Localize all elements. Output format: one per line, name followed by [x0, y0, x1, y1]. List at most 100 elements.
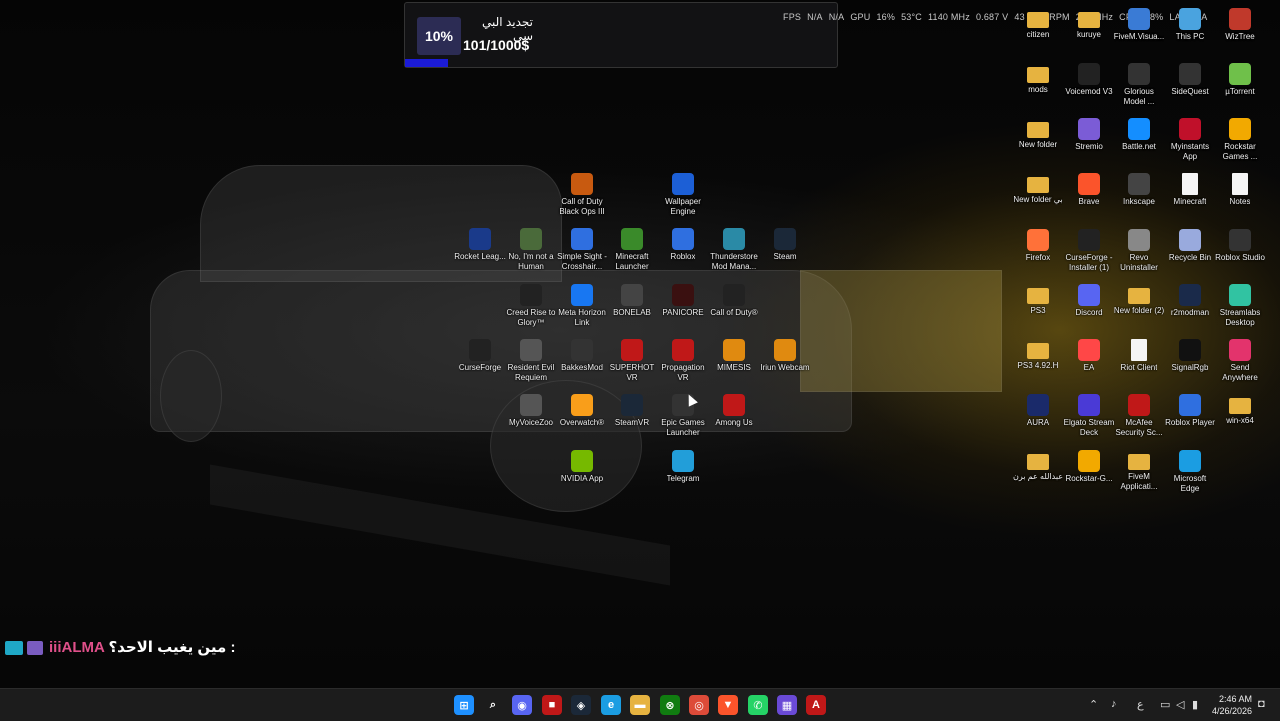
steam-icon[interactable]: ◈ [571, 695, 591, 715]
app-icon [1128, 173, 1150, 195]
desktop-icon[interactable]: Glorious Model ... [1113, 63, 1165, 107]
search-icon[interactable]: ⌕ [483, 695, 503, 715]
xbox-icon[interactable]: ⊗ [660, 695, 680, 715]
desktop-icon[interactable]: Meta Horizon Link [556, 284, 608, 328]
desktop-icon[interactable]: Rockstar Games ... [1214, 118, 1266, 162]
desktop-icon[interactable]: Creed Rise to Glory™ [505, 284, 557, 328]
desktop-icon[interactable]: kuruye [1063, 8, 1115, 40]
desktop-icon[interactable]: Resident Evil Requiem [505, 339, 557, 383]
desktop-icon[interactable]: Minecraft [1164, 173, 1216, 207]
edge-icon[interactable]: e [601, 695, 621, 715]
desktop-icon[interactable]: r2modman [1164, 284, 1216, 318]
desktop-icon[interactable]: Propagation VR [657, 339, 709, 383]
desktop-icon[interactable]: Inkscape [1113, 173, 1165, 207]
desktop-icon[interactable]: Rocket Leag... [454, 228, 506, 262]
desktop-icon[interactable]: BakkesMod [556, 339, 608, 373]
desktop-icon-label: This PC [1175, 32, 1205, 41]
desktop-icon[interactable]: MIMESIS [708, 339, 760, 373]
desktop-icon[interactable]: Overwatch® [556, 394, 608, 428]
desktop-icon[interactable]: AURA [1012, 394, 1064, 428]
desktop-icon[interactable]: Elgato Stream Deck [1063, 394, 1115, 438]
desktop-icon[interactable]: Roblox Player [1164, 394, 1216, 428]
app-icon [1078, 394, 1100, 416]
desktop-icon[interactable]: Call of Duty® [708, 284, 760, 318]
desktop-icon[interactable]: Call of Duty Black Ops III [556, 173, 608, 217]
desktop-icon[interactable]: SideQuest [1164, 63, 1216, 97]
desktop-icon[interactable]: New folder [1012, 118, 1064, 150]
desktop-icon[interactable]: Myinstants App [1164, 118, 1216, 162]
notification-bell-icon[interactable]: ◘ [1258, 698, 1265, 710]
desktop-icon-label: NVIDIA App [560, 474, 604, 483]
desktop-icon[interactable]: No, I'm not a Human [505, 228, 557, 272]
desktop-icon[interactable]: FiveM.Visua... [1113, 8, 1165, 42]
volume-icon[interactable]: ◁ [1176, 698, 1184, 711]
desktop-icon[interactable]: PS3 4.92.H [1012, 339, 1064, 371]
desktop-icon[interactable]: This PC [1164, 8, 1216, 42]
network-icon[interactable]: ▭ [1160, 698, 1170, 711]
desktop-icon[interactable]: Telegram [657, 450, 709, 484]
desktop-icon[interactable]: NVIDIA App [556, 450, 608, 484]
desktop-icon[interactable]: SteamVR [606, 394, 658, 428]
desktop-icon[interactable]: Firefox [1012, 229, 1064, 263]
desktop-icon[interactable]: Brave [1063, 173, 1115, 207]
desktop-icon[interactable]: mods [1012, 63, 1064, 95]
desktop-icon[interactable]: citizen [1012, 8, 1064, 40]
desktop-icon[interactable]: PANICORE [657, 284, 709, 318]
desktop-icon[interactable]: Rockstar-G... [1063, 450, 1115, 484]
desktop-icon[interactable]: Roblox [657, 228, 709, 262]
chrome-icon[interactable]: ◎ [689, 695, 709, 715]
desktop-icon[interactable]: New folder (2) [1113, 284, 1165, 316]
windows-start-icon[interactable]: ⊞ [454, 695, 474, 715]
brave-icon[interactable]: ▼ [718, 695, 738, 715]
desktop-icon[interactable]: BONELAB [606, 284, 658, 318]
desktop-icon[interactable]: Riot Client [1113, 339, 1165, 373]
desktop-icon[interactable]: Revo Uninstaller [1113, 229, 1165, 273]
file-explorer-icon[interactable]: ▬ [630, 695, 650, 715]
desktop-icon[interactable]: Minecraft Launcher [606, 228, 658, 272]
desktop-icon[interactable]: WizTree [1214, 8, 1266, 42]
desktop-icon[interactable]: Battle.net [1113, 118, 1165, 152]
desktop-icon[interactable]: Streamlabs Desktop [1214, 284, 1266, 328]
desktop-icon[interactable]: PS3 [1012, 284, 1064, 316]
taskbar-clock[interactable]: 2:46 AM 4/26/2026 [1212, 693, 1252, 717]
desktop-icon[interactable]: McAfee Security Sc... [1113, 394, 1165, 438]
desktop-icon[interactable]: FiveM Applicati... [1113, 450, 1165, 492]
desktop-icon[interactable]: Discord [1063, 284, 1115, 318]
desktop-icon[interactable]: Iriun Webcam [759, 339, 811, 373]
desktop-icon[interactable]: MyVoiceZoo [505, 394, 557, 428]
discord-icon [1078, 284, 1100, 306]
desktop-icon[interactable]: Thunderstore Mod Mana... [708, 228, 760, 272]
discord-icon[interactable]: ◉ [512, 695, 532, 715]
desktop-icon[interactable]: Send Anywhere [1214, 339, 1266, 383]
desktop-icon[interactable]: Simple Sight - Crosshair... [556, 228, 608, 272]
doc-icon [1232, 173, 1248, 195]
battery-icon[interactable]: ▮ [1192, 698, 1198, 711]
microphone-icon[interactable]: ♪ [1111, 698, 1117, 710]
desktop-icon[interactable]: SUPERHOT VR [606, 339, 658, 383]
desktop-icon[interactable]: CurseForge - Installer (1) [1063, 229, 1115, 273]
app-grid-icon[interactable]: ▦ [777, 695, 797, 715]
desktop-icon[interactable]: Among Us [708, 394, 760, 428]
desktop-icon[interactable]: SignalRgb [1164, 339, 1216, 373]
desktop-icon[interactable]: Steam [759, 228, 811, 262]
input-language[interactable]: ع [1137, 698, 1144, 711]
chevron-up-icon[interactable]: ⌃ [1089, 698, 1098, 711]
desktop-icon[interactable]: New folder بي [1012, 173, 1064, 205]
desktop-icon[interactable]: µTorrent [1214, 63, 1266, 97]
desktop-icon[interactable]: Stremio [1063, 118, 1115, 152]
desktop-icon[interactable]: Recycle Bin [1164, 229, 1216, 263]
desktop-icon[interactable]: Notes [1214, 173, 1266, 207]
desktop-icon[interactable]: EA [1063, 339, 1115, 373]
app-icon[interactable]: ■ [542, 695, 562, 715]
desktop-icon[interactable]: CurseForge [454, 339, 506, 373]
desktop-icon[interactable]: عبدالله عم برن [1012, 450, 1064, 482]
desktop-icon[interactable]: Epic Games Launcher [657, 394, 709, 438]
desktop-icon[interactable]: Roblox Studio [1214, 229, 1266, 263]
desktop-icon[interactable]: Voicemod V3 [1063, 63, 1115, 97]
desktop-icon-label: SUPERHOT VR [609, 363, 655, 382]
adobe-icon[interactable]: A [806, 695, 826, 715]
desktop-icon[interactable]: win-x64 [1214, 394, 1266, 426]
desktop-icon[interactable]: Wallpaper Engine [657, 173, 709, 217]
desktop-icon[interactable]: Microsoft Edge [1164, 450, 1216, 494]
whatsapp-icon[interactable]: ✆ [748, 695, 768, 715]
